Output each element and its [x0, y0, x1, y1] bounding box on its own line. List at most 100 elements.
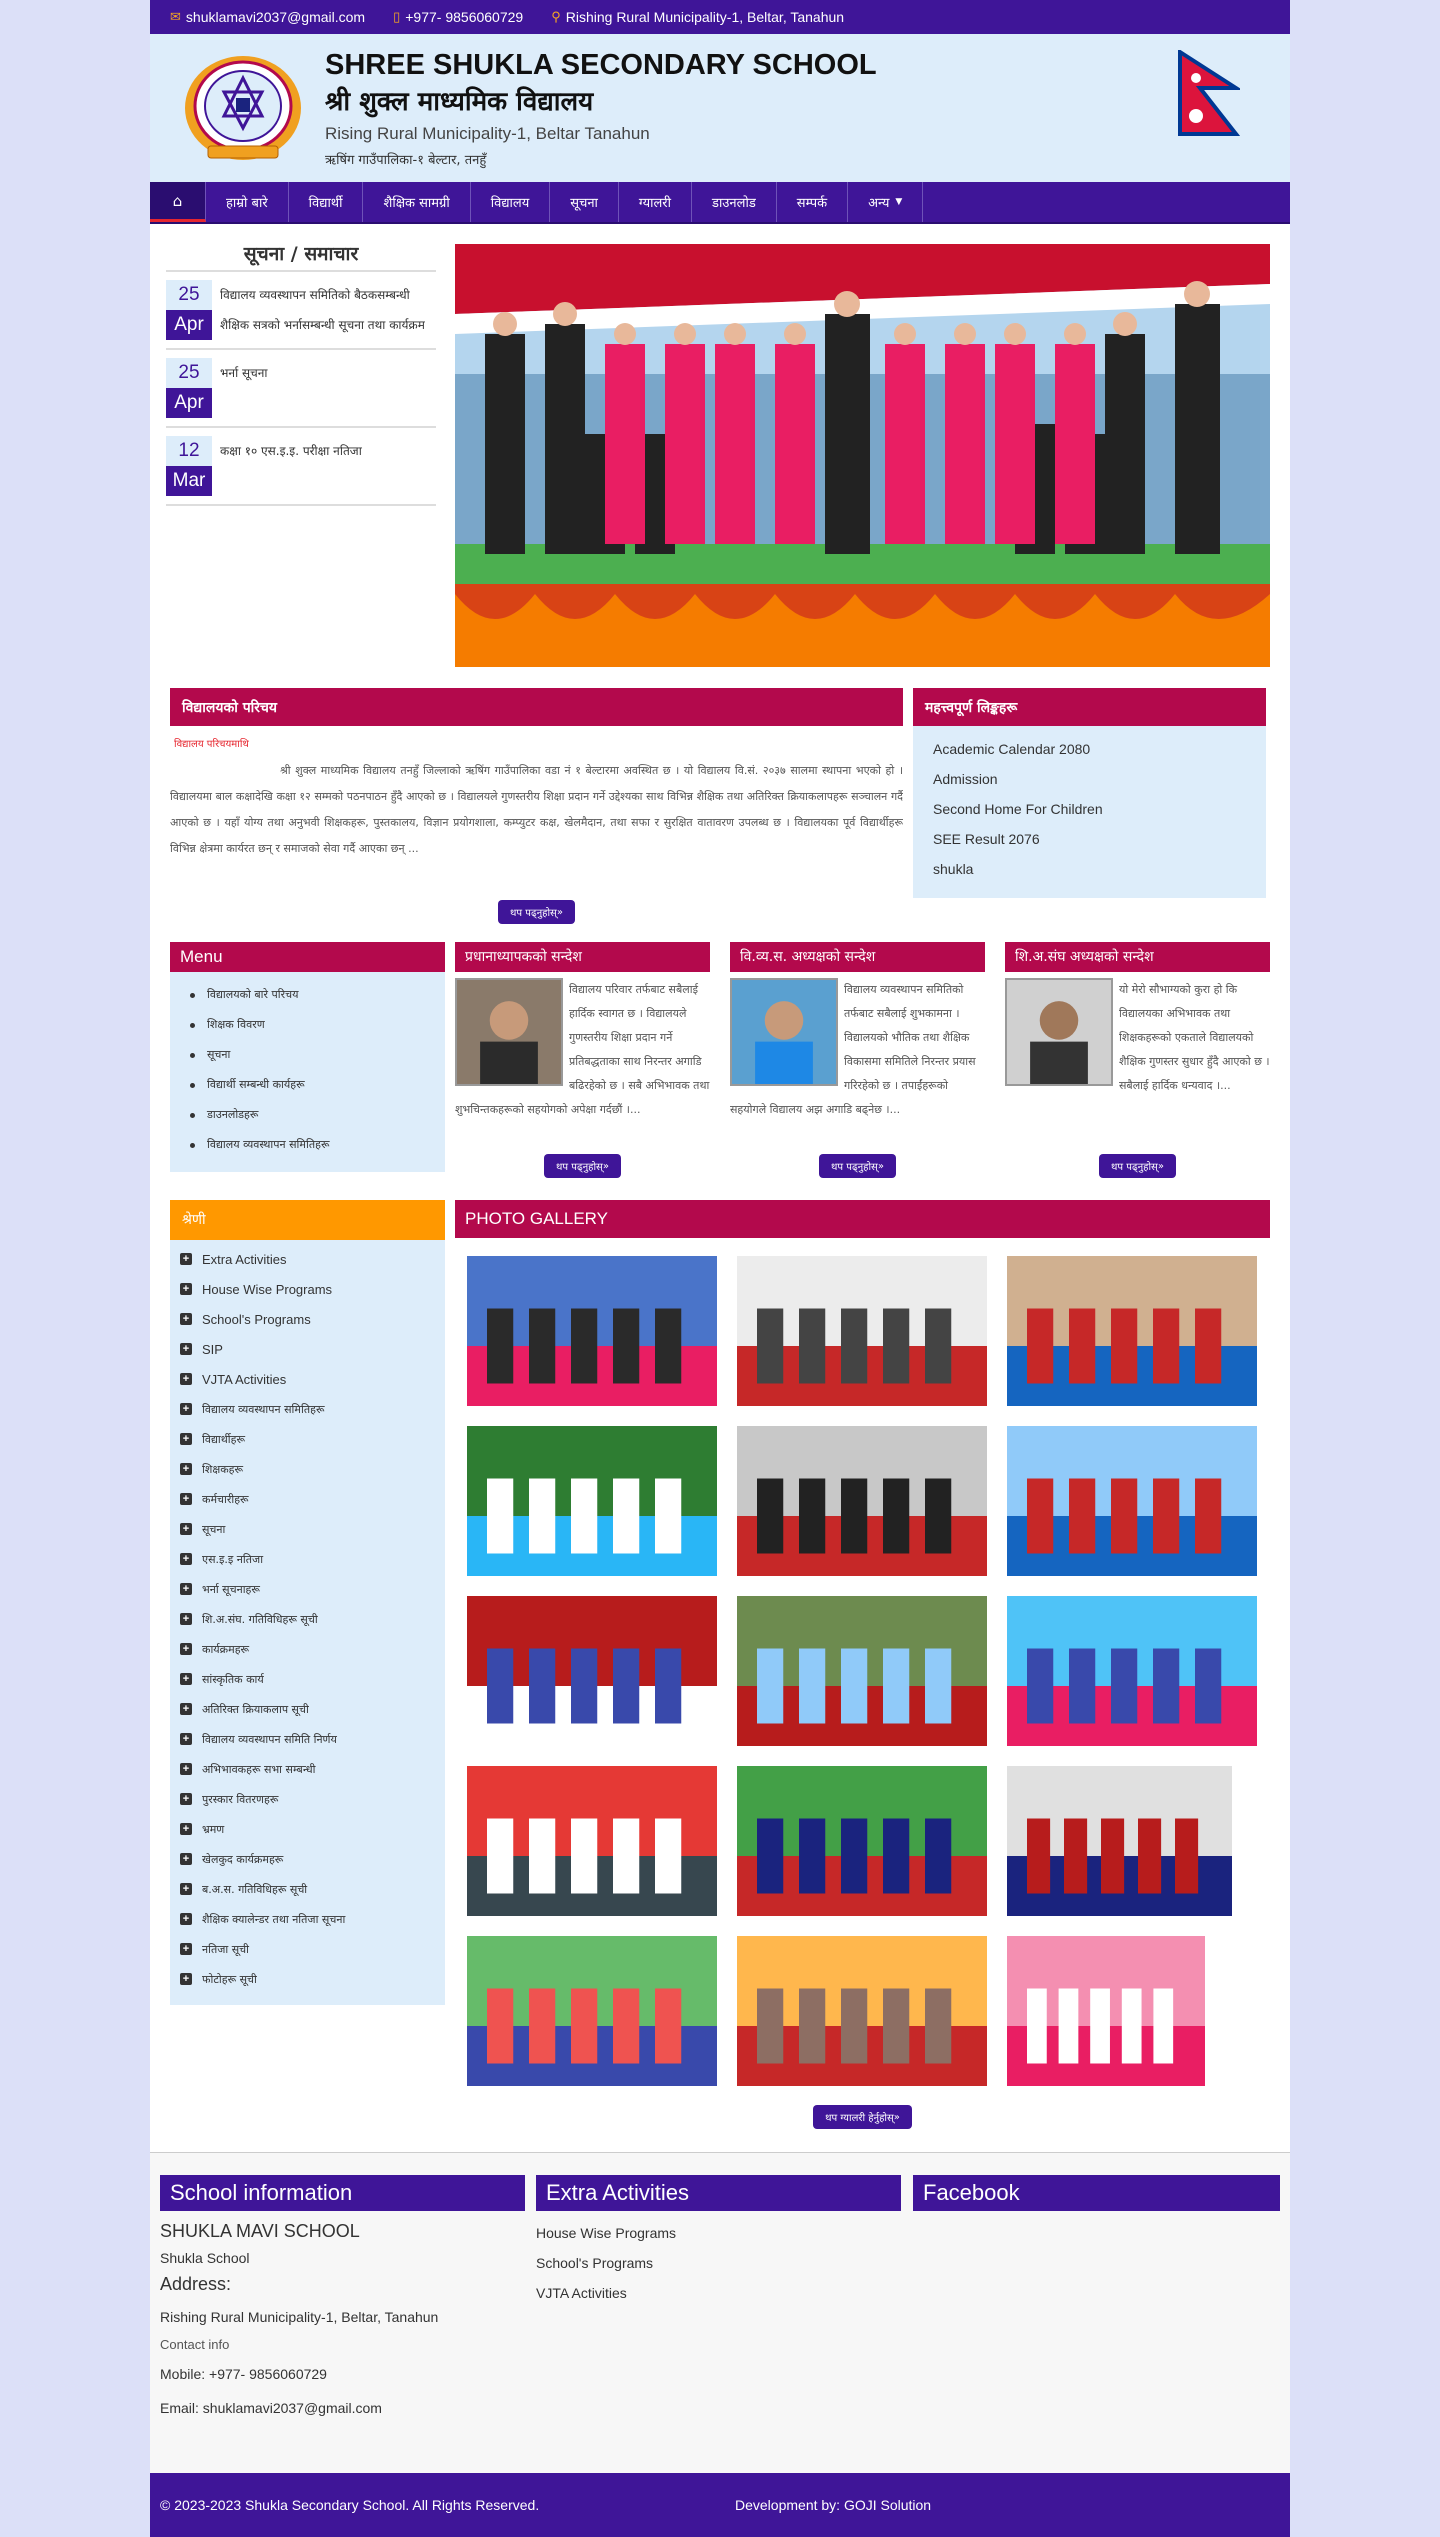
- category-item[interactable]: + अभिभावकहरू सभा सम्बन्धी: [180, 1754, 445, 1784]
- gallery-photo[interactable]: [467, 1596, 717, 1746]
- plus-square-icon: +: [180, 1583, 192, 1595]
- menu-item[interactable]: विद्यालयको बारे परिचय: [190, 980, 445, 1010]
- plus-square-icon: +: [180, 1403, 192, 1415]
- plus-square-icon: +: [180, 1283, 192, 1295]
- category-item[interactable]: + शैक्षिक क्यालेन्डर तथा नतिजा सूचना: [180, 1904, 445, 1934]
- gallery-photo[interactable]: [737, 1256, 987, 1406]
- topbar-email[interactable]: ✉ shuklamavi2037@gmail.com: [170, 9, 365, 25]
- intro-title: विद्यालयको परिचय: [170, 688, 903, 726]
- gallery-photo[interactable]: [1007, 1596, 1257, 1746]
- home-icon: ⌂: [172, 191, 183, 210]
- gallery-photo[interactable]: [467, 1256, 717, 1406]
- category-item[interactable]: + School's Programs: [180, 1304, 445, 1334]
- category-item[interactable]: + विद्यालय व्यवस्थापन समितिहरू: [180, 1394, 445, 1424]
- menu-item[interactable]: विद्यालय व्यवस्थापन समितिहरू: [190, 1130, 445, 1160]
- menu-item[interactable]: शिक्षक विवरण: [190, 1010, 445, 1040]
- gallery-photo[interactable]: [467, 1766, 717, 1916]
- gallery-photo[interactable]: [467, 1426, 717, 1576]
- nav-home[interactable]: ⌂: [150, 182, 206, 222]
- category-item[interactable]: + खेलकुद कार्यक्रमहरू: [180, 1844, 445, 1874]
- plus-square-icon: +: [180, 1793, 192, 1805]
- gallery-photo[interactable]: [737, 1766, 987, 1916]
- nav-item-students[interactable]: विद्यार्थी: [289, 182, 364, 222]
- footer-facebook-title: Facebook: [913, 2175, 1280, 2211]
- menu-item[interactable]: विद्यार्थी सम्बन्धी कार्यहरू: [190, 1070, 445, 1100]
- link-see-result[interactable]: SEE Result 2076: [933, 824, 1246, 854]
- pta-read-more-button[interactable]: थप पढ्नुहोस् »: [1099, 1154, 1176, 1178]
- important-links-title: महत्त्वपूर्ण लिङ्कहरू: [913, 688, 1266, 726]
- smc-read-more-button[interactable]: थप पढ्नुहोस् »: [819, 1154, 896, 1178]
- gallery-photo[interactable]: [737, 1426, 987, 1576]
- category-item[interactable]: + कर्मचारीहरू: [180, 1484, 445, 1514]
- news-title: सूचना / समाचार: [243, 243, 359, 265]
- nav-item-contact[interactable]: सम्पर्क: [777, 182, 849, 222]
- footer-extra-title: Extra Activities: [536, 2175, 901, 2211]
- gallery-photo[interactable]: [737, 1936, 987, 2086]
- nav-item-notice[interactable]: सूचना: [550, 182, 619, 222]
- plus-square-icon: +: [180, 1613, 192, 1625]
- category-item[interactable]: + कार्यक्रमहरू: [180, 1634, 445, 1664]
- nav-item-gallery[interactable]: ग्यालरी: [619, 182, 692, 222]
- message-card-smc: वि.व्य.स. अध्यक्षको सन्देश विद्यालय व्यव…: [730, 942, 985, 1178]
- gallery-photo[interactable]: [467, 1936, 717, 2086]
- category-item[interactable]: + SIP: [180, 1334, 445, 1364]
- news-item[interactable]: 12 Mar कक्षा १० एस.इ.इ. परीक्षा नतिजा: [166, 428, 436, 506]
- more-gallery-button[interactable]: थप ग्यालरी हेर्नुहोस् »: [813, 2105, 912, 2129]
- category-item[interactable]: + नतिजा सूची: [180, 1934, 445, 1964]
- link-academic-calendar[interactable]: Academic Calendar 2080: [933, 734, 1246, 764]
- category-item[interactable]: + विद्यार्थीहरू: [180, 1424, 445, 1454]
- menu-item[interactable]: डाउनलोडहरू: [190, 1100, 445, 1130]
- nav-item-materials[interactable]: शैक्षिक सामग्री: [363, 182, 471, 222]
- category-item[interactable]: + भर्ना सूचनाहरू: [180, 1574, 445, 1604]
- principal-read-more-button[interactable]: थप पढ्नुहोस् »: [544, 1154, 621, 1178]
- gallery-photo[interactable]: [1007, 1936, 1205, 2086]
- smc-chair-photo: [730, 978, 838, 1086]
- category-item[interactable]: + House Wise Programs: [180, 1274, 445, 1304]
- school-logo[interactable]: [172, 54, 314, 166]
- menu-item[interactable]: सूचना: [190, 1040, 445, 1070]
- nav-item-school[interactable]: विद्यालय: [471, 182, 551, 222]
- gallery-photo[interactable]: [737, 1596, 987, 1746]
- footer-link[interactable]: School's Programs: [536, 2255, 901, 2271]
- copyright-bar: © 2023-2023 Shukla Secondary School. All…: [150, 2473, 1290, 2537]
- plus-square-icon: +: [180, 1883, 192, 1895]
- category-item[interactable]: + पुरस्कार वितरणहरू: [180, 1784, 445, 1814]
- category-item[interactable]: + अतिरिक्त क्रियाकलाप सूची: [180, 1694, 445, 1724]
- gallery-section: PHOTO GALLERY थप ग्यालरी हेर्नुहोस् »: [455, 1200, 1270, 2150]
- link-admission[interactable]: Admission: [933, 764, 1246, 794]
- gallery-title: PHOTO GALLERY: [455, 1200, 1270, 1238]
- category-item[interactable]: + VJTA Activities: [180, 1364, 445, 1394]
- plus-square-icon: +: [180, 1493, 192, 1505]
- footer-link[interactable]: VJTA Activities: [536, 2285, 901, 2301]
- category-item[interactable]: + शिक्षकहरू: [180, 1454, 445, 1484]
- category-item[interactable]: + फोटोहरू सूची: [180, 1964, 445, 1994]
- topbar: ✉ shuklamavi2037@gmail.com ▯ +977- 9856060…: [150, 0, 1290, 34]
- topbar-phone[interactable]: ▯ +977- 9856060729: [393, 9, 523, 25]
- category-item[interactable]: + ब.अ.स. गतिविधिहरू सूची: [180, 1874, 445, 1904]
- plus-square-icon: +: [180, 1313, 192, 1325]
- intro-subtitle: विद्यालय परिचयमाथि: [174, 739, 249, 750]
- link-shukla[interactable]: shukla: [933, 854, 1246, 884]
- footer-link[interactable]: House Wise Programs: [536, 2225, 901, 2241]
- link-second-home[interactable]: Second Home For Children: [933, 794, 1246, 824]
- category-item[interactable]: + सूचना: [180, 1514, 445, 1544]
- news-item[interactable]: 25 Apr विद्यालय व्यवस्थापन समितिको बैठकसम…: [166, 272, 436, 350]
- category-item[interactable]: + एस.इ.इ नतिजा: [180, 1544, 445, 1574]
- topbar-address: ⚲ Rishing Rural Municipality-1, Beltar, T…: [551, 9, 845, 25]
- developer-credit[interactable]: Development by: GOJI Solution: [735, 2497, 931, 2513]
- nav-item-download[interactable]: डाउनलोड: [692, 182, 777, 222]
- read-more-button[interactable]: थप पढ्नुहोस् »: [498, 900, 575, 924]
- category-item[interactable]: + भ्रमण: [180, 1814, 445, 1844]
- category-item[interactable]: + विद्यालय व्यवस्थापन समिति निर्णय: [180, 1724, 445, 1754]
- category-item[interactable]: + शि.अ.संघ. गतिविधिहरू सूची: [180, 1604, 445, 1634]
- gallery-photo[interactable]: [1007, 1766, 1232, 1916]
- category-item[interactable]: + Extra Activities: [180, 1244, 445, 1274]
- gallery-photo[interactable]: [1007, 1256, 1257, 1406]
- nav-item-about[interactable]: हाम्रो बारे: [206, 182, 289, 222]
- gallery-photo[interactable]: [1007, 1426, 1257, 1576]
- nav-item-more[interactable]: अन्य ▼: [848, 182, 924, 222]
- news-item[interactable]: 25 Apr भर्ना सूचना: [166, 350, 436, 428]
- category-item[interactable]: + सांस्कृतिक कार्य: [180, 1664, 445, 1694]
- hero-slider-image[interactable]: [455, 244, 1270, 667]
- nepal-flag: [1178, 50, 1240, 136]
